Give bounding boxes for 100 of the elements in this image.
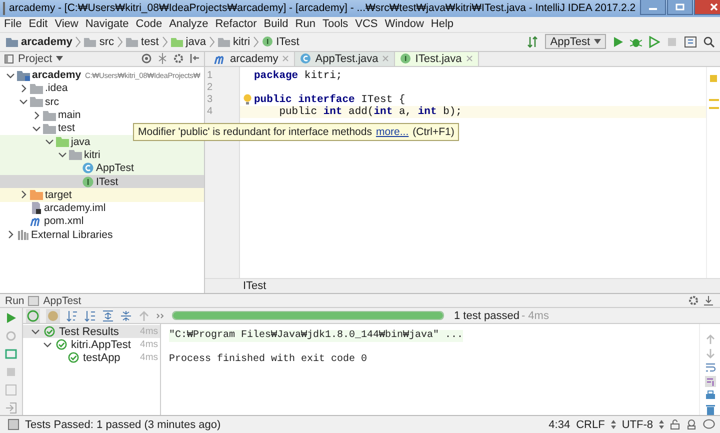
warning-marker[interactable] xyxy=(709,106,719,109)
menu-item[interactable]: Window xyxy=(384,18,424,30)
collapse-icon[interactable] xyxy=(157,53,168,64)
chat-bubble-icon[interactable] xyxy=(703,419,715,430)
sort-duration-icon[interactable] xyxy=(84,310,96,322)
line-number: 3 xyxy=(206,94,214,106)
lightbulb-icon[interactable] xyxy=(243,94,252,105)
editor-breadcrumb[interactable]: ITest xyxy=(243,280,266,292)
menu-item[interactable]: Edit xyxy=(28,18,48,30)
breadcrumb[interactable]: kitri xyxy=(218,36,250,48)
check-circle-icon xyxy=(56,339,67,350)
sort-arrows-icon[interactable] xyxy=(527,36,540,48)
hide-icon[interactable] xyxy=(703,295,714,306)
menu-item[interactable]: Code xyxy=(136,18,162,30)
breadcrumb[interactable]: src xyxy=(84,36,114,48)
close-icon[interactable] xyxy=(466,55,473,62)
window-title: arcademy - [C:₩Users₩kitri_08₩IdeaProjects₩arcademy] - [arcademy] - ...₩src₩test₩java₩kitri₩ITest.java - IntelliJ IDEA 2017.2.2 xyxy=(9,2,636,14)
test-row[interactable]: kitri.AppTest 4ms xyxy=(23,338,160,352)
more-link[interactable]: more... xyxy=(376,126,409,138)
test-row[interactable]: testApp 4ms xyxy=(23,351,160,364)
sort-icon[interactable] xyxy=(66,310,78,322)
breadcrumb[interactable]: ITest xyxy=(262,36,300,48)
tree-row[interactable]: src xyxy=(0,95,204,108)
tree-row[interactable]: target xyxy=(0,188,204,202)
menu-item[interactable]: Build xyxy=(264,18,288,30)
folder-icon xyxy=(30,96,43,108)
tree-label: AppTest xyxy=(96,162,134,174)
folder-icon xyxy=(126,36,138,47)
menu-item[interactable]: Tools xyxy=(322,18,348,30)
tree-row[interactable]: arcademy.iml xyxy=(0,202,204,215)
exit-icon[interactable] xyxy=(5,402,17,414)
collapse-all-icon[interactable] xyxy=(120,310,132,322)
maximize-button[interactable] xyxy=(666,0,693,15)
tree-row[interactable]: pom.xml xyxy=(0,214,204,228)
line-number: 2 xyxy=(206,82,214,94)
chevron-icon xyxy=(75,36,82,48)
menu-item[interactable]: Run xyxy=(295,18,316,30)
menu-item[interactable]: Refactor xyxy=(215,18,257,30)
test-duration: - 4ms xyxy=(521,310,549,322)
settings-icon[interactable] xyxy=(173,53,184,64)
maven-icon xyxy=(30,216,42,226)
passed-filter-icon[interactable] xyxy=(26,308,40,323)
inspector-icon[interactable] xyxy=(686,419,697,430)
panel-toggle-icon[interactable] xyxy=(8,419,19,430)
hide-icon[interactable] xyxy=(189,53,200,64)
tree-row[interactable]: main xyxy=(0,108,204,122)
folder-icon xyxy=(218,36,230,47)
folder-icon xyxy=(170,36,183,47)
settings-icon[interactable] xyxy=(688,295,699,306)
folder-icon xyxy=(30,82,43,94)
warning-marker[interactable] xyxy=(710,74,717,82)
coverage-icon[interactable] xyxy=(648,36,660,48)
scroll-end-icon[interactable] xyxy=(704,376,716,388)
tree-row[interactable]: AppTest xyxy=(0,162,204,175)
menu-item[interactable]: View xyxy=(54,18,78,30)
test-time: 4ms xyxy=(140,326,159,338)
tree-row[interactable]: kitri xyxy=(0,148,204,162)
search-icon[interactable] xyxy=(703,36,715,48)
run-tab[interactable]: AppTest xyxy=(43,294,82,307)
tree-label: .idea xyxy=(45,82,68,94)
tree-label: External Libraries xyxy=(31,228,113,241)
editor-tab[interactable]: AppTest.java xyxy=(295,52,396,66)
menu-item[interactable]: File xyxy=(4,18,22,30)
close-icon[interactable] xyxy=(282,55,290,62)
breadcrumb[interactable]: arcademy xyxy=(6,36,72,48)
code-line: package kitri; xyxy=(254,70,342,82)
menu-item[interactable]: VCS xyxy=(355,18,378,30)
breadcrumb[interactable]: java xyxy=(170,36,206,48)
run-config-dropdown[interactable]: AppTest xyxy=(545,34,606,50)
menu-item[interactable]: Navigate xyxy=(85,18,129,30)
breadcrumb[interactable]: test xyxy=(126,36,159,48)
warning-marker[interactable] xyxy=(709,98,719,101)
tree-row[interactable]: External Libraries xyxy=(0,228,204,242)
lock-icon[interactable] xyxy=(670,419,680,430)
print-icon[interactable] xyxy=(704,390,716,402)
maven-icon xyxy=(214,54,226,64)
check-circle-icon xyxy=(68,352,79,364)
folder-icon xyxy=(43,110,56,121)
rerun-icon[interactable] xyxy=(5,312,17,324)
wrap-icon[interactable] xyxy=(704,362,716,374)
minimize-button[interactable] xyxy=(640,0,666,15)
line-separator[interactable]: CRLF xyxy=(576,418,605,431)
encoding[interactable]: UTF-8 xyxy=(622,418,653,431)
run-icon[interactable] xyxy=(612,36,624,48)
class-icon xyxy=(82,162,94,174)
tooltip-text: Modifier 'public' is redundant for interface methods xyxy=(138,126,372,138)
caret-position[interactable]: 4:34 xyxy=(548,418,570,431)
trash-icon[interactable] xyxy=(704,404,716,416)
folder-icon xyxy=(6,36,18,47)
chevron-icon xyxy=(117,36,124,48)
tree-row[interactable]: ITest xyxy=(0,174,204,188)
tree-row[interactable]: .idea xyxy=(0,82,204,96)
menu-item[interactable]: Help xyxy=(430,18,454,30)
structure-icon[interactable] xyxy=(684,36,697,48)
locate-icon[interactable] xyxy=(141,53,152,64)
expand-all-icon[interactable] xyxy=(102,310,114,322)
caret-icon xyxy=(594,39,601,44)
menu-item[interactable]: Analyze xyxy=(169,18,208,30)
editor-tab[interactable]: ITest.java xyxy=(395,52,479,66)
test-row[interactable]: Test Results 4ms xyxy=(23,325,160,338)
